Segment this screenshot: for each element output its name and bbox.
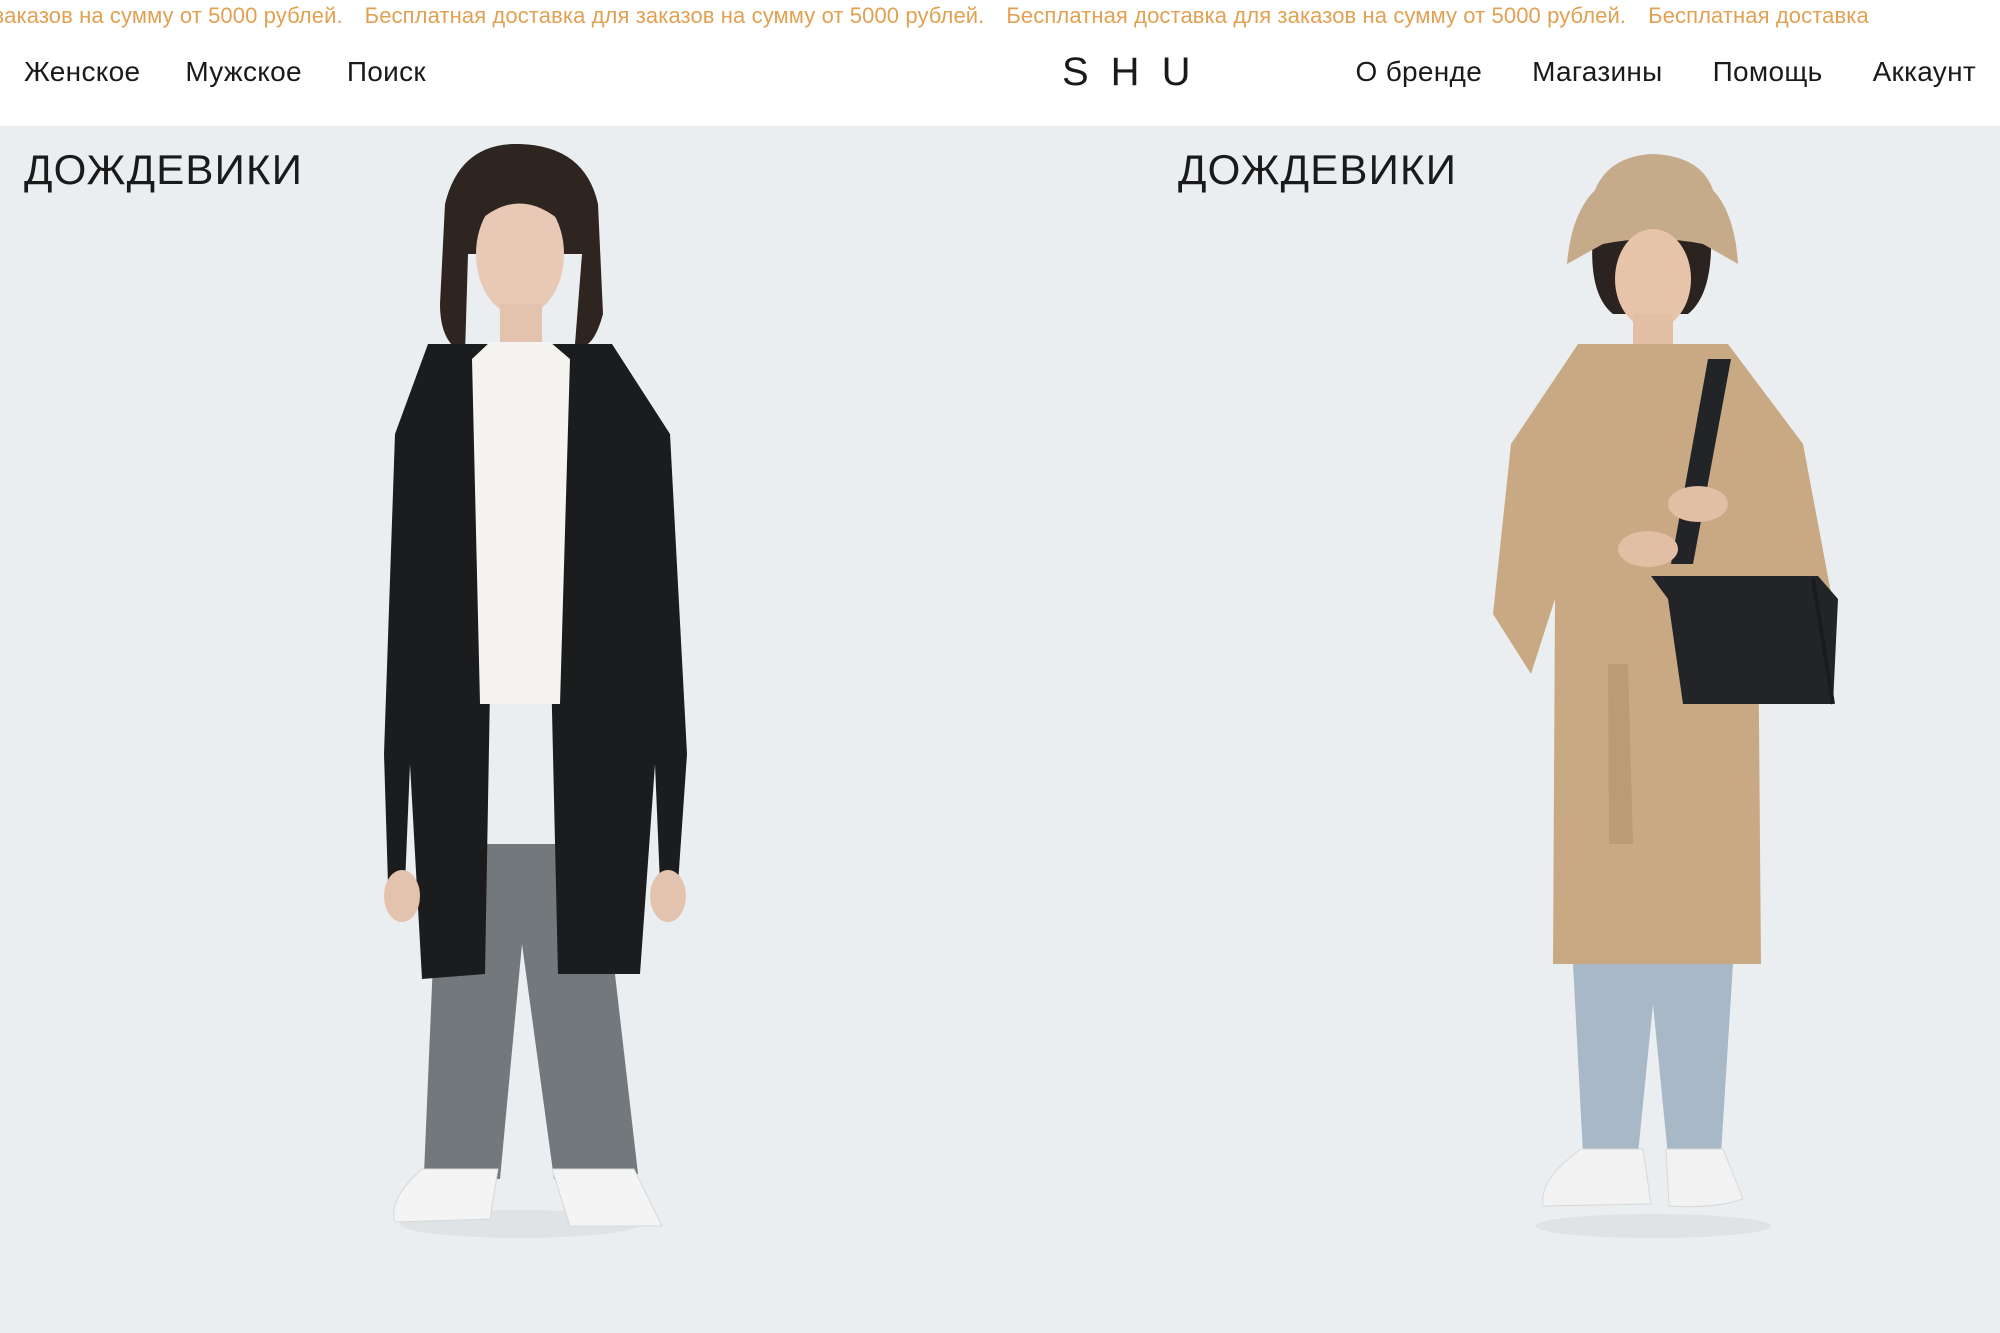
brand-logo[interactable]: SHU (1062, 50, 1212, 95)
main-content: ДОЖДЕВИКИ ДОЖДЕВИКИ (0, 126, 2000, 1333)
announcement-text: заказов на сумму от 5000 рублей. (0, 3, 343, 28)
announcement-text: Бесплатная доставка (1648, 3, 1869, 28)
announcement-text: Бесплатная доставка для заказов на сумму… (1006, 3, 1627, 28)
nav-account[interactable]: Аккаунт (1873, 56, 1976, 88)
nav-help[interactable]: Помощь (1713, 56, 1823, 88)
category-card-raincoats-women[interactable]: ДОЖДЕВИКИ (1152, 126, 2000, 1333)
nav-search[interactable]: Поиск (347, 56, 426, 88)
site-header: Женское Мужское Поиск SHU О бренде Магаз… (0, 32, 2000, 126)
category-title[interactable]: ДОЖДЕВИКИ (1178, 146, 1457, 194)
nav-men[interactable]: Мужское (185, 56, 302, 88)
model-photo-black-raincoat[interactable] (370, 144, 720, 1264)
secondary-nav: О бренде Магазины Помощь Аккаунт (1356, 56, 1976, 88)
primary-nav: Женское Мужское Поиск (24, 56, 426, 88)
model-photo-beige-raincoat[interactable] (1483, 144, 1843, 1264)
nav-stores[interactable]: Магазины (1532, 56, 1663, 88)
nav-women[interactable]: Женское (24, 56, 140, 88)
announcement-track: заказов на сумму от 5000 рублей. Бесплат… (0, 3, 1869, 29)
nav-about-brand[interactable]: О бренде (1356, 56, 1483, 88)
announcement-text: Бесплатная доставка для заказов на сумму… (364, 3, 985, 28)
announcement-bar: заказов на сумму от 5000 рублей. Бесплат… (0, 0, 2000, 32)
category-title[interactable]: ДОЖДЕВИКИ (24, 146, 303, 194)
category-card-raincoats-men[interactable]: ДОЖДЕВИКИ (0, 126, 1152, 1333)
